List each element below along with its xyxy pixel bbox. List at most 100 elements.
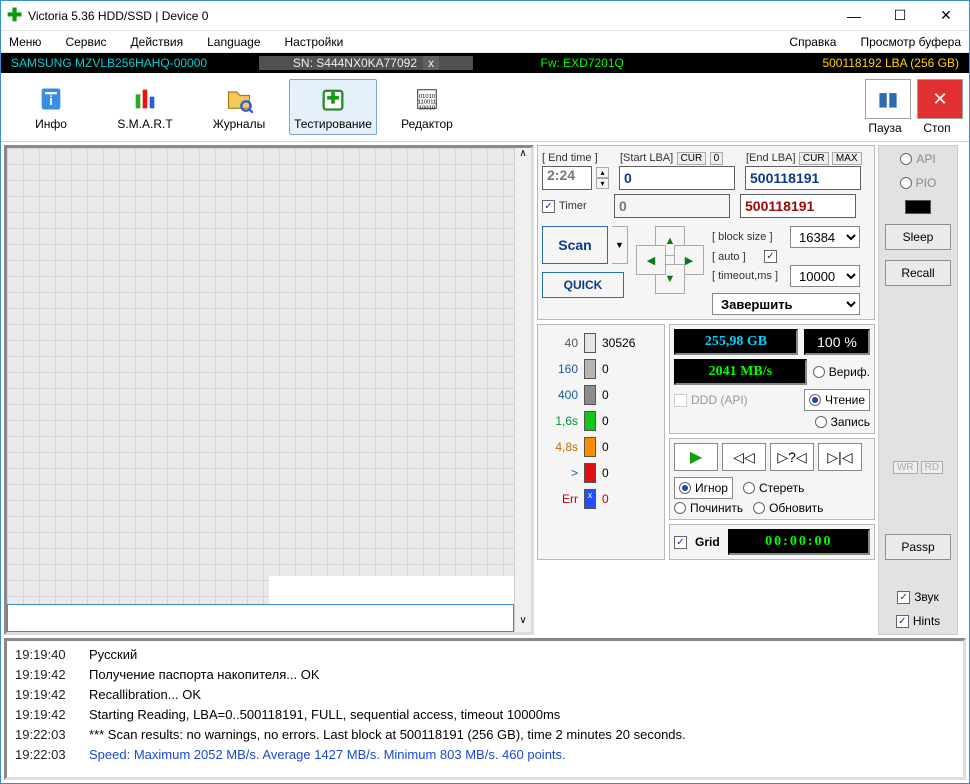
maximize-button[interactable]: ☐ [877, 1, 923, 31]
scan-dropdown-icon[interactable]: ▼ [612, 226, 628, 264]
menubar: Меню Сервис Действия Language Настройки … [1, 31, 969, 53]
play-button[interactable]: ▶ [674, 443, 718, 471]
tool-smart[interactable]: S.M.A.R.T [101, 79, 189, 135]
nav-diamond: ▲ ▶ ▼ ◀ [636, 226, 704, 294]
smart-icon [102, 83, 188, 115]
startlba-zero-button[interactable]: 0 [710, 152, 724, 165]
log-row: 19:22:03*** Scan results: no warnings, n… [15, 725, 955, 745]
device-firmware: Fw: EXD7201Q [473, 56, 691, 70]
tool-info[interactable]: i Инфо [7, 79, 95, 135]
refresh-radio[interactable]: Обновить [753, 501, 823, 515]
grid-label: Grid [695, 535, 720, 549]
timing-400-value: 0 [602, 388, 609, 402]
surface-map: ∧ ∨ [4, 145, 534, 635]
ddd-checkbox[interactable] [674, 394, 687, 407]
svg-text:10010: 10010 [419, 106, 436, 112]
tool-testing[interactable]: Тестирование [289, 79, 377, 135]
info-icon: i [8, 83, 94, 115]
grid-checkbox[interactable]: ✓ [674, 536, 687, 549]
map-scrollbar[interactable]: ∧ ∨ [514, 148, 531, 632]
scan-button[interactable]: Scan [542, 226, 608, 264]
timing-4-8s-value: 0 [602, 440, 609, 454]
hints-checkbox[interactable]: ✓ [896, 615, 909, 628]
endtime-spinner[interactable]: ▴▾ [596, 167, 609, 189]
menu-buffer-view[interactable]: Просмотр буфера [860, 35, 961, 49]
ignore-radio[interactable]: Игнор [674, 477, 733, 499]
timing-400-label: 400 [544, 388, 578, 402]
timer-label: Timer [559, 200, 587, 212]
menu-actions[interactable]: Действия [131, 35, 184, 49]
speed-lcd: 2041 MB/s [674, 359, 807, 385]
stop-button[interactable]: ✕ [917, 79, 963, 119]
app-window: ✚ Victoria 5.36 HDD/SSD | Device 0 — ☐ ✕… [0, 0, 970, 784]
pio-radio[interactable]: PIO [900, 176, 937, 190]
log-row: 19:19:42Recallibration... OK [15, 685, 955, 705]
testing-icon [290, 83, 376, 115]
erase-radio[interactable]: Стереть [743, 481, 804, 495]
passp-button[interactable]: Passp [885, 534, 951, 560]
timer-start-input[interactable] [614, 194, 730, 218]
timing-160-value: 0 [602, 362, 609, 376]
right-sidebar: API PIO Sleep Recall WR RD Passp ✓ Звук … [878, 145, 958, 635]
timing-err-value: 0 [602, 492, 609, 506]
endlba-input[interactable] [745, 166, 861, 190]
wr-indicator: WR [893, 461, 918, 474]
sound-checkbox[interactable]: ✓ [897, 591, 910, 604]
timeout-select[interactable]: 10000 [790, 265, 860, 287]
rd-indicator: RD [921, 461, 943, 474]
scroll-down-icon[interactable]: ∨ [515, 615, 531, 632]
tool-journals[interactable]: Журналы [195, 79, 283, 135]
endlba-cur-button[interactable]: CUR [799, 152, 829, 165]
rewind-button[interactable]: ◁◁ [722, 443, 766, 471]
quick-button[interactable]: QUICK [542, 272, 624, 298]
tool-editor[interactable]: 0101011001110010 Редактор [383, 79, 471, 135]
repair-radio[interactable]: Починить [674, 501, 743, 515]
startlba-input[interactable] [619, 166, 735, 190]
sn-close-icon[interactable]: x [423, 56, 439, 70]
sleep-button[interactable]: Sleep [885, 224, 951, 250]
timer-end-input[interactable] [740, 194, 856, 218]
close-button[interactable]: ✕ [923, 1, 969, 31]
timing-4-8s-label: 4,8s [544, 440, 578, 454]
nav-left-button[interactable]: ◀ [636, 245, 666, 275]
blocksize-select[interactable]: 16384 [790, 226, 860, 248]
sound-label: Звук [914, 590, 939, 604]
titlebar: ✚ Victoria 5.36 HDD/SSD | Device 0 — ☐ ✕ [1, 1, 969, 31]
menu-language[interactable]: Language [207, 35, 260, 49]
recall-button[interactable]: Recall [885, 260, 951, 286]
menu-help[interactable]: Справка [789, 35, 836, 49]
menu-settings[interactable]: Настройки [285, 35, 344, 49]
hints-label: Hints [913, 614, 940, 628]
svg-text:i: i [49, 93, 53, 108]
endlba-label: [End LBA] [746, 152, 796, 164]
startlba-cur-button[interactable]: CUR [677, 152, 707, 165]
timing-40-label: 40 [544, 336, 578, 350]
pause-button[interactable]: ▮▮ [865, 79, 911, 119]
scroll-up-icon[interactable]: ∧ [515, 148, 531, 165]
verify-radio[interactable]: Вериф. [813, 365, 870, 379]
endlba-max-button[interactable]: MAX [832, 152, 862, 165]
control-pane: [ End time ] [Start LBA] CUR 0 [End LBA]… [537, 145, 875, 635]
endtime-label: [ End time ] [542, 152, 598, 164]
auto-checkbox[interactable]: ✓ [764, 250, 777, 263]
seek-edges-button[interactable]: ▷|◁ [818, 443, 862, 471]
timing-1-6s-label: 1,6s [544, 414, 578, 428]
seek-random-button[interactable]: ▷?◁ [770, 443, 814, 471]
log-row: 19:22:03Speed: Maximum 2052 MB/s. Averag… [15, 745, 955, 765]
timing-gt-label: > [544, 466, 578, 480]
read-radio[interactable]: Чтение [804, 389, 870, 411]
timeout-label: [ timeout,ms ] [712, 270, 786, 282]
timer-checkbox[interactable]: ✓ [542, 200, 555, 213]
api-radio[interactable]: API [900, 152, 935, 166]
timing-160-label: 160 [544, 362, 578, 376]
menu-menu[interactable]: Меню [9, 35, 41, 49]
minimize-button[interactable]: — [831, 1, 877, 31]
journals-icon [196, 83, 282, 115]
menu-service[interactable]: Сервис [65, 35, 106, 49]
write-radio[interactable]: Запись [815, 415, 870, 429]
timing-gt-value: 0 [602, 466, 609, 480]
finish-action-select[interactable]: Завершить [712, 293, 860, 315]
editor-icon: 0101011001110010 [384, 83, 470, 115]
startlba-label: [Start LBA] [620, 152, 673, 164]
log-panel: 19:19:40Русский 19:19:42Получение паспор… [4, 638, 966, 780]
